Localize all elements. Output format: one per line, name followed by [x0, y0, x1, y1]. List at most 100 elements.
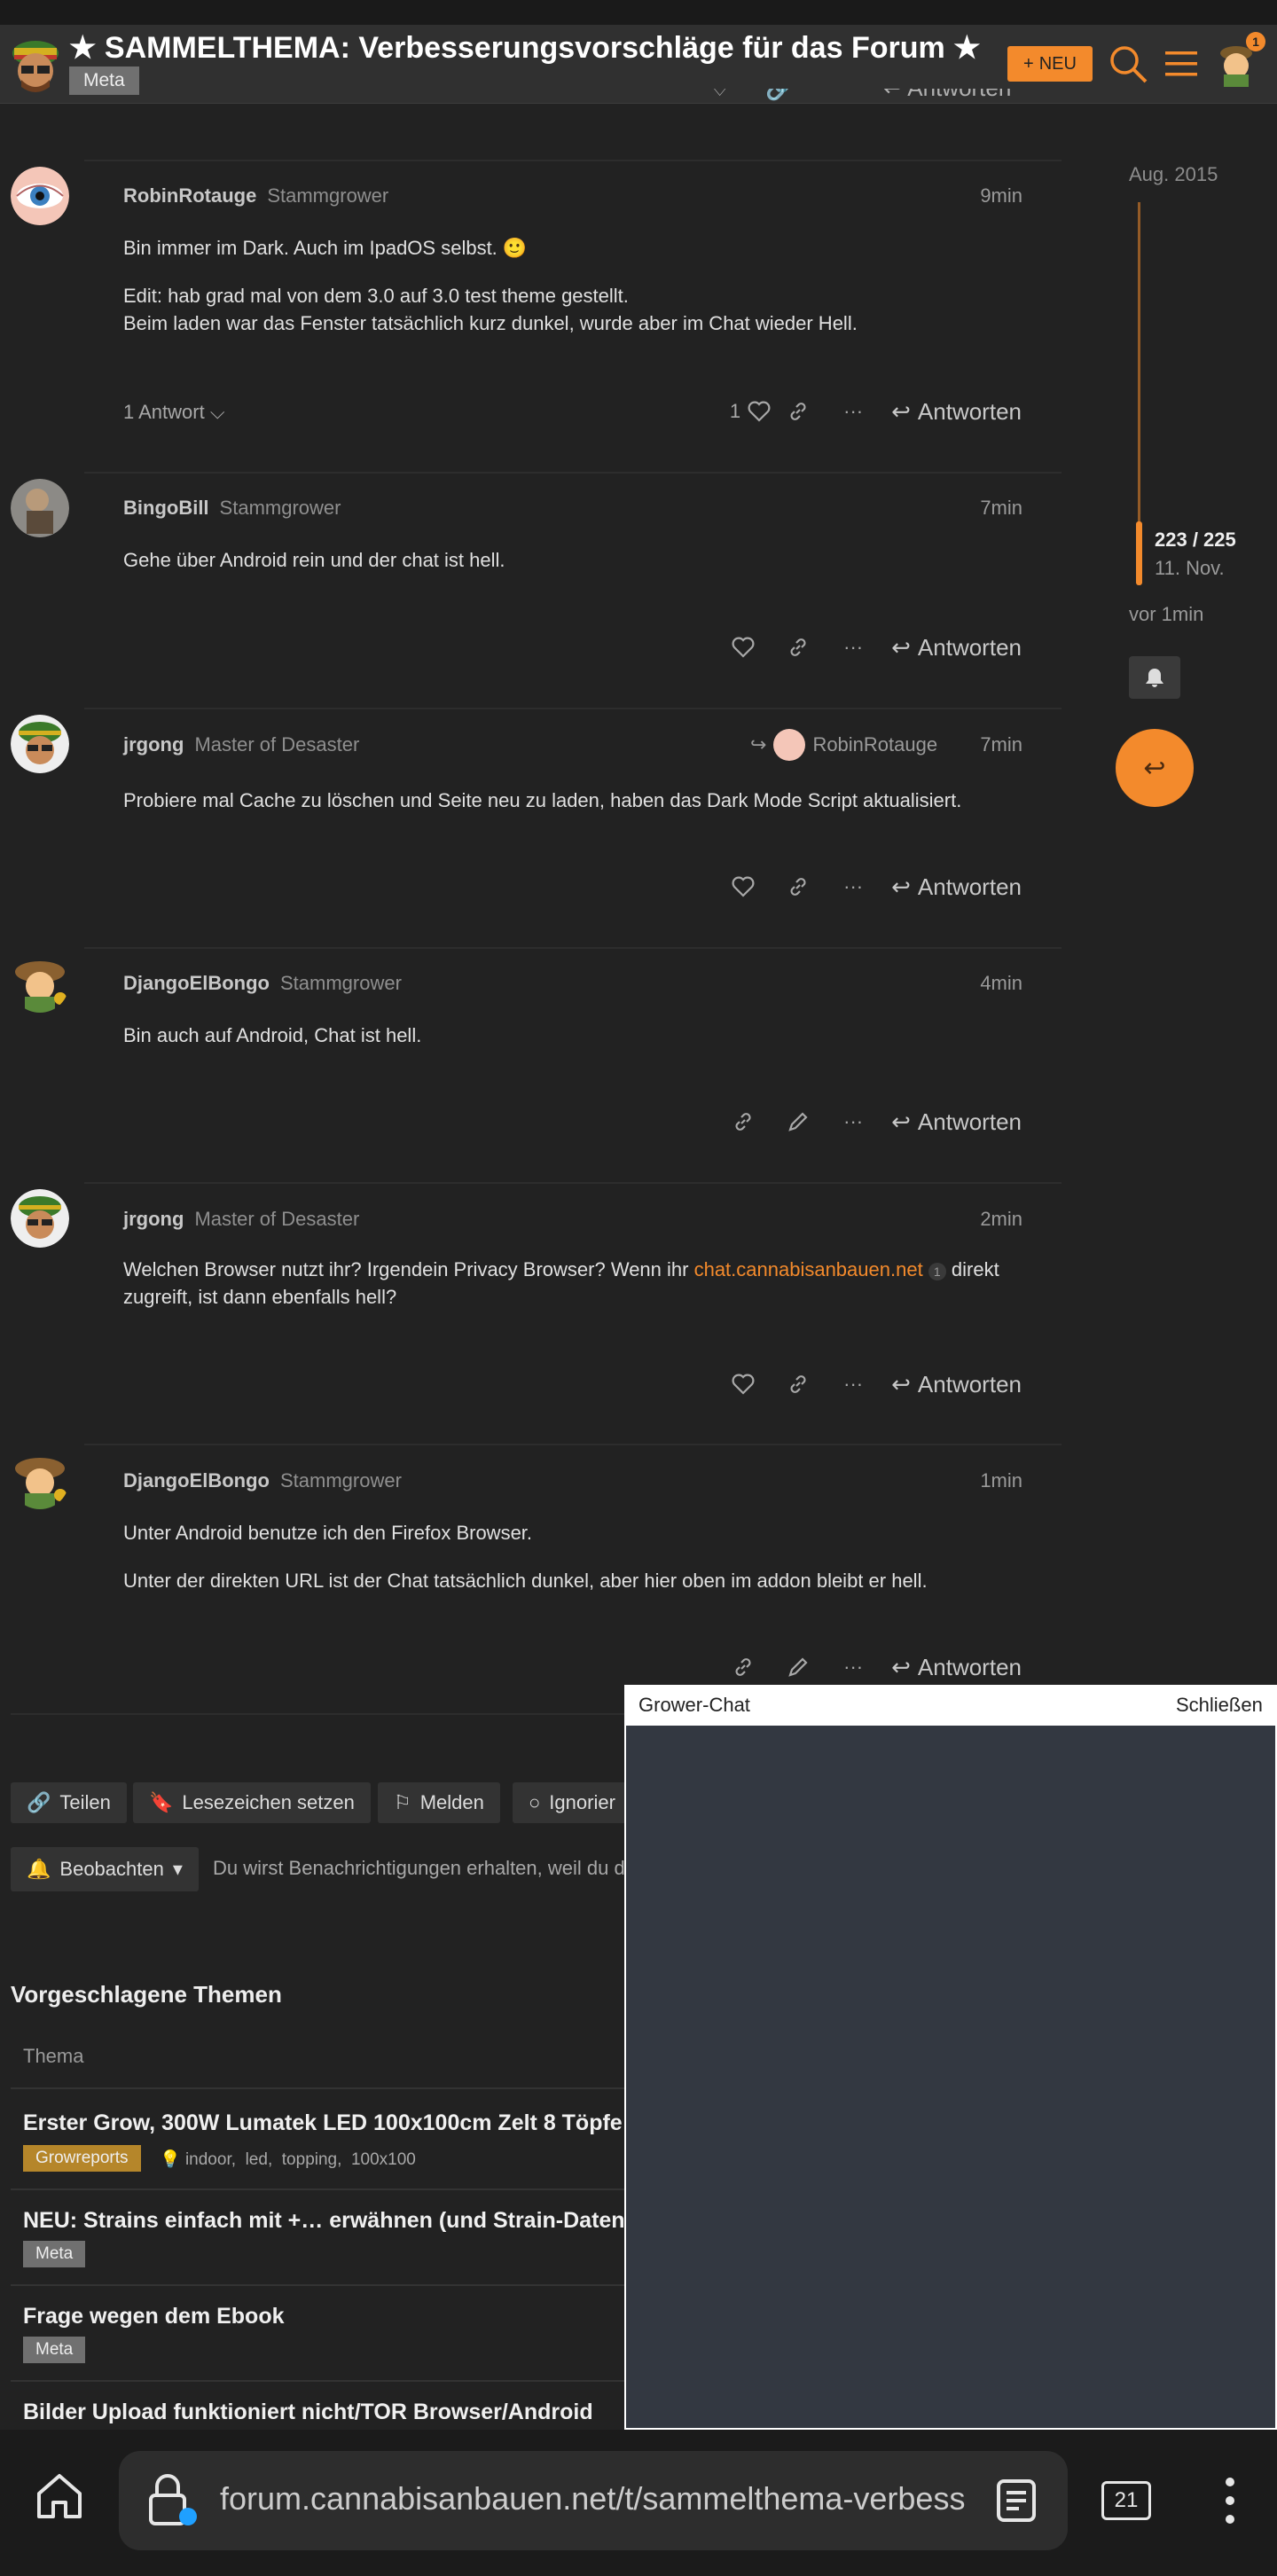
tag[interactable]: 100x100	[351, 2150, 416, 2169]
reply-button[interactable]: ↩ Antworten	[891, 634, 1022, 662]
avatar[interactable]	[11, 479, 69, 537]
post-time[interactable]: 7min	[980, 733, 1022, 756]
post-time[interactable]: 7min	[980, 497, 1022, 520]
link-icon	[735, 1658, 751, 1676]
avatar[interactable]	[11, 167, 69, 225]
flag-button[interactable]: ⚐ Melden	[378, 1782, 500, 1823]
avatar[interactable]	[11, 715, 69, 773]
category-badge[interactable]: Meta	[23, 2241, 86, 2267]
link-icon	[790, 403, 806, 420]
tag[interactable]: topping	[282, 2150, 337, 2169]
reply-button[interactable]: ↩ Antworten	[883, 89, 1012, 102]
post-username[interactable]: DjangoElBongo Stammgrower	[123, 972, 402, 995]
reply-button[interactable]: ↩ Antworten	[891, 1371, 1022, 1398]
like-button[interactable]	[716, 630, 771, 665]
circle-icon: ○	[529, 1791, 541, 1813]
post-time[interactable]: 1min	[980, 1469, 1022, 1492]
reply-arrow-icon: ↩	[891, 633, 911, 661]
share-topic-button[interactable]: 🔗 Teilen	[11, 1782, 127, 1823]
post-username[interactable]: jrgong Master of Desaster	[123, 1208, 359, 1231]
suggested-topic-title[interactable]: NEU: Strains einfach mit +… erwähnen (un…	[23, 2208, 651, 2234]
topic-title[interactable]: ★ SAMMELTHEMA: Verbesserungsvorschläge f…	[69, 30, 981, 66]
share-link-button[interactable]	[716, 1649, 771, 1685]
more-options-button[interactable]: ···	[826, 394, 881, 429]
post-body: Bin immer im Dark. Auch im IpadOS selbst…	[123, 237, 528, 259]
post-username[interactable]: BingoBill Stammgrower	[123, 497, 341, 520]
site-logo[interactable]	[9, 35, 62, 94]
overflow-menu-icon[interactable]	[1224, 2476, 1236, 2530]
new-topic-button[interactable]: + NEU	[1007, 46, 1093, 82]
reply-button[interactable]: ↩ Antworten	[891, 1108, 1022, 1136]
edit-button[interactable]	[771, 1104, 826, 1139]
post-username[interactable]: DjangoElBongo Stammgrower	[123, 1469, 402, 1492]
share-link-button[interactable]	[771, 869, 826, 904]
reply-button[interactable]: ↩ Antworten	[891, 1654, 1022, 1681]
share-link-button[interactable]	[771, 394, 826, 429]
more-options-button[interactable]: ···	[826, 1104, 881, 1139]
post-separator	[84, 708, 1062, 709]
reply-button[interactable]: ↩ Antworten	[891, 873, 1022, 901]
row-divider	[11, 2380, 631, 2382]
reply-to-indicator[interactable]: ↪ RobinRotauge	[750, 729, 937, 761]
link-icon	[790, 638, 806, 656]
avatar[interactable]	[11, 954, 69, 1013]
reply-button[interactable]: ↩ Antworten	[891, 398, 1022, 426]
post-time[interactable]: 2min	[980, 1208, 1022, 1231]
floating-reply-button[interactable]: ↩	[1116, 729, 1194, 807]
like-button[interactable]	[716, 1366, 771, 1402]
share-link-button[interactable]	[771, 630, 826, 665]
tab-counter[interactable]: 21	[1101, 2481, 1151, 2520]
chat-link[interactable]: chat.cannabisanbauen.net	[694, 1258, 923, 1280]
suggested-topic-title[interactable]: Frage wegen dem Ebook	[23, 2304, 285, 2329]
post-separator	[84, 947, 1062, 949]
home-icon[interactable]	[34, 2470, 85, 2526]
more-options-button[interactable]: ···	[826, 630, 881, 665]
category-badge[interactable]: Meta	[23, 2337, 86, 2363]
post-time[interactable]: 4min	[980, 972, 1022, 995]
ellipsis-icon: ···	[843, 1110, 864, 1132]
chat-close-button[interactable]: Schließen	[1176, 1694, 1263, 1717]
avatar[interactable]	[11, 1189, 69, 1248]
like-button[interactable]: 1	[730, 394, 771, 429]
url-text[interactable]: forum.cannabisanbauen.net/t/sammelthema-…	[220, 2480, 965, 2517]
heart-icon[interactable]: ♡	[709, 89, 730, 102]
tag[interactable]: indoor	[185, 2150, 231, 2169]
more-options-button[interactable]: ···	[826, 1366, 881, 1402]
suggested-topic-title[interactable]: Erster Grow, 300W Lumatek LED 100x100cm …	[23, 2110, 641, 2136]
row-divider	[11, 2188, 631, 2190]
more-options-button[interactable]: ···	[826, 869, 881, 904]
tag[interactable]: led	[246, 2150, 268, 2169]
post-time[interactable]: 9min	[980, 184, 1022, 207]
link-icon	[735, 1113, 751, 1131]
watch-dropdown[interactable]: 🔔 Beobachten ▾	[11, 1847, 199, 1891]
avatar[interactable]	[11, 1451, 69, 1509]
suggested-topic-title[interactable]: Bilder Upload funktioniert nicht/TOR Bro…	[23, 2400, 593, 2425]
search-icon[interactable]	[1107, 43, 1149, 85]
timeline-last-activity[interactable]: vor 1min	[1129, 603, 1203, 626]
share-link-button[interactable]	[771, 1366, 826, 1402]
bookmark-button[interactable]: 🔖 Lesezeichen setzen	[133, 1782, 371, 1823]
edit-button[interactable]	[771, 1649, 826, 1685]
topic-tags: 💡 indoor, led, topping, 100x100	[160, 2150, 416, 2169]
post-username[interactable]: jrgong Master of Desaster	[123, 733, 359, 756]
reader-view-icon[interactable]	[995, 2478, 1038, 2528]
hamburger-menu-icon[interactable]	[1160, 43, 1203, 85]
category-badge[interactable]: Growreports	[23, 2145, 141, 2172]
timeline-handle[interactable]	[1136, 521, 1142, 585]
show-replies-button[interactable]: 1 Antwort ⌵	[123, 401, 225, 424]
post-username[interactable]: RobinRotauge Stammgrower	[123, 184, 388, 207]
post-body: Unter der direkten URL ist der Chat tats…	[123, 1570, 928, 1592]
link-click-count: 1	[928, 1263, 946, 1280]
like-button[interactable]	[716, 869, 771, 904]
timeline-start-date[interactable]: Aug. 2015	[1129, 163, 1218, 186]
category-badge[interactable]: Meta	[69, 67, 139, 95]
chat-panel[interactable]	[624, 1685, 1277, 2430]
chevron-down-icon: ⌵	[209, 401, 225, 423]
share-link-button[interactable]	[716, 1104, 771, 1139]
ignore-button[interactable]: ○ Ignorier	[513, 1782, 631, 1823]
link-icon[interactable]: 🔗	[765, 89, 794, 102]
lock-icon[interactable]	[144, 2470, 200, 2533]
notification-level-button[interactable]	[1129, 656, 1180, 699]
topic-column-header[interactable]: Thema	[23, 2045, 83, 2068]
more-options-button[interactable]: ···	[826, 1649, 881, 1685]
